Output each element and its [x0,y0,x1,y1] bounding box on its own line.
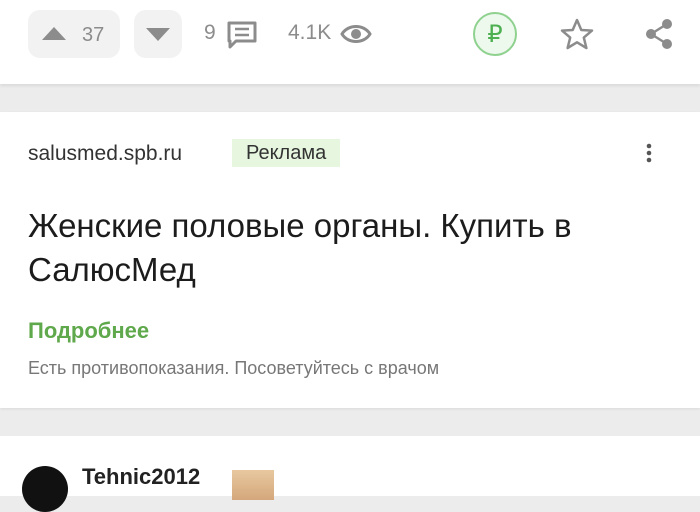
next-post-thumbnail[interactable] [232,470,274,500]
upvote-button[interactable]: 37 [28,10,120,58]
eye-icon [340,25,372,43]
upvote-count: 37 [82,24,105,46]
share-icon[interactable] [644,18,674,50]
ad-disclaimer: Есть противопоказания. Посоветуйтесь с в… [28,358,440,378]
arrow-up-icon [42,27,66,40]
avatar[interactable] [22,466,68,512]
comment-icon[interactable] [226,20,258,50]
ad-domain[interactable]: salusmed.spb.ru [28,142,182,166]
ad-badge: Реклама [232,139,341,167]
donate-button-label: ₽ [487,20,503,48]
ruble-icon[interactable]: ₽ [473,12,517,56]
star-icon[interactable] [560,18,594,50]
downvote-button[interactable] [134,10,182,58]
more-options-icon[interactable] [644,142,654,164]
views-count: 4.1K [288,21,332,44]
ad-title[interactable]: Женские половые органы. Купить в СалюсМе… [28,204,678,292]
arrow-down-icon [146,28,170,41]
ad-more-link[interactable]: Подробнее [28,318,149,344]
next-post-author[interactable]: Tehnic2012 [82,464,200,490]
comment-count[interactable]: 9 [204,21,216,45]
